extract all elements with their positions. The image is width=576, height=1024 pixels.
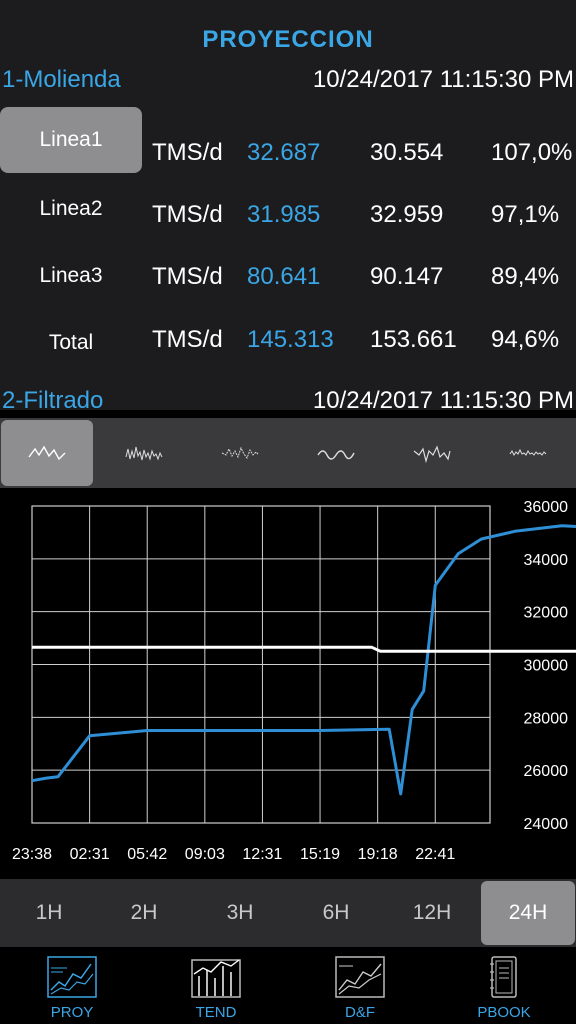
tab-tend-label: TEND [195, 1004, 237, 1021]
trend-chart-icon [191, 959, 241, 998]
x-tick-label: 09:03 [185, 846, 225, 863]
row-target: 153.661 [370, 326, 457, 353]
y-tick-label: 28000 [524, 710, 569, 727]
range-tab-24h[interactable]: 24H [481, 881, 575, 945]
trend-chart: 24000 26000 28000 30000 32000 34000 36000 23:3… [12, 499, 576, 863]
projection-chart-icon [47, 956, 97, 998]
line-button-total[interactable]: Total [0, 310, 142, 376]
row-value: 145.313 [247, 326, 334, 353]
range-tab-6h[interactable]: 6H [288, 879, 384, 947]
row-value: 32.687 [247, 139, 321, 166]
series-line-1 [31, 524, 576, 796]
row-target: 32.959 [370, 201, 444, 228]
section-timestamp-filtrado: 10/24/2017 11:15:30 PM [312, 387, 574, 410]
row-unit: TMS/d [152, 263, 223, 290]
chart-style-selector [0, 418, 576, 488]
section-name-molienda: 1-Molienda [2, 66, 121, 93]
dnf-chart-icon [335, 956, 385, 998]
tab-dnf-label: D&F [345, 1004, 375, 1021]
row-unit: TMS/d [152, 326, 223, 353]
chart-style-tab-3[interactable] [192, 418, 288, 488]
row-percent: 94,6% [491, 326, 560, 353]
trend-wave-icon [28, 445, 66, 461]
line-button-linea3[interactable]: Linea3 [0, 243, 142, 309]
range-tab-2h[interactable]: 2H [96, 879, 192, 947]
trend-scatter-icon [221, 446, 259, 460]
bottom-tab-bar: PROY TEND D&F PBOOK [0, 950, 576, 1024]
row-unit: TMS/d [152, 139, 223, 166]
page-title: PROYECCION [202, 26, 374, 53]
row-value: 31.985 [247, 201, 321, 228]
notebook-icon [490, 956, 517, 998]
y-tick-label: 36000 [524, 499, 569, 516]
y-tick-label: 32000 [524, 605, 569, 622]
tab-proy-label: PROY [50, 1004, 94, 1021]
time-range-selector: 1H 2H 3H 6H 12H 24H [0, 879, 576, 947]
chart-style-tab-2[interactable] [96, 418, 192, 488]
section-timestamp-molienda: 10/24/2017 11:15:30 PM [312, 66, 574, 93]
row-percent: 89,4% [491, 263, 560, 290]
y-tick-label: 34000 [524, 552, 569, 569]
row-percent: 107,0% [491, 139, 573, 166]
chart-style-tab-6[interactable] [480, 418, 576, 488]
series-line-2 [32, 645, 576, 653]
row-target: 30.554 [370, 139, 444, 166]
range-tab-12h[interactable]: 12H [384, 879, 480, 947]
section-name-filtrado: 2-Filtrado [2, 387, 104, 410]
chart-style-tab-1[interactable] [1, 420, 93, 486]
tab-proy[interactable]: PROY [0, 950, 144, 1024]
x-tick-label: 19:18 [358, 846, 398, 863]
x-tick-label: 23:38 [12, 846, 52, 863]
range-tab-1h[interactable]: 1H [1, 879, 97, 947]
chart-style-tab-4[interactable] [288, 418, 384, 488]
trend-spiky-icon [413, 445, 451, 464]
trend-flat-icon [509, 448, 547, 456]
x-tick-label: 02:31 [70, 846, 110, 863]
tab-pbook-label: PBOOK [477, 1004, 531, 1021]
chart-style-tab-5[interactable] [384, 418, 480, 488]
tab-tend[interactable]: TEND [144, 950, 288, 1024]
row-percent: 97,1% [491, 201, 560, 228]
tab-dnf[interactable]: D&F [288, 950, 432, 1024]
y-tick-label: 24000 [524, 816, 569, 833]
trend-smooth-icon [317, 450, 355, 460]
x-tick-label: 05:42 [127, 846, 167, 863]
line-button-linea2[interactable]: Linea2 [0, 176, 142, 242]
trend-dense-icon [125, 446, 163, 461]
tab-pbook[interactable]: PBOOK [432, 950, 576, 1024]
row-unit: TMS/d [152, 201, 223, 228]
y-tick-label: 30000 [524, 658, 569, 675]
y-tick-label: 26000 [524, 763, 569, 780]
projection-panel: PROYECCION 1-Molienda 10/24/2017 11:15:3… [0, 0, 576, 410]
range-tab-3h[interactable]: 3H [192, 879, 288, 947]
row-value: 80.641 [247, 263, 321, 290]
x-tick-label: 15:19 [300, 846, 340, 863]
x-tick-label: 12:31 [242, 846, 282, 863]
row-target: 90.147 [370, 263, 444, 290]
x-tick-label: 22:41 [415, 846, 455, 863]
line-button-linea1[interactable]: Linea1 [0, 107, 142, 173]
